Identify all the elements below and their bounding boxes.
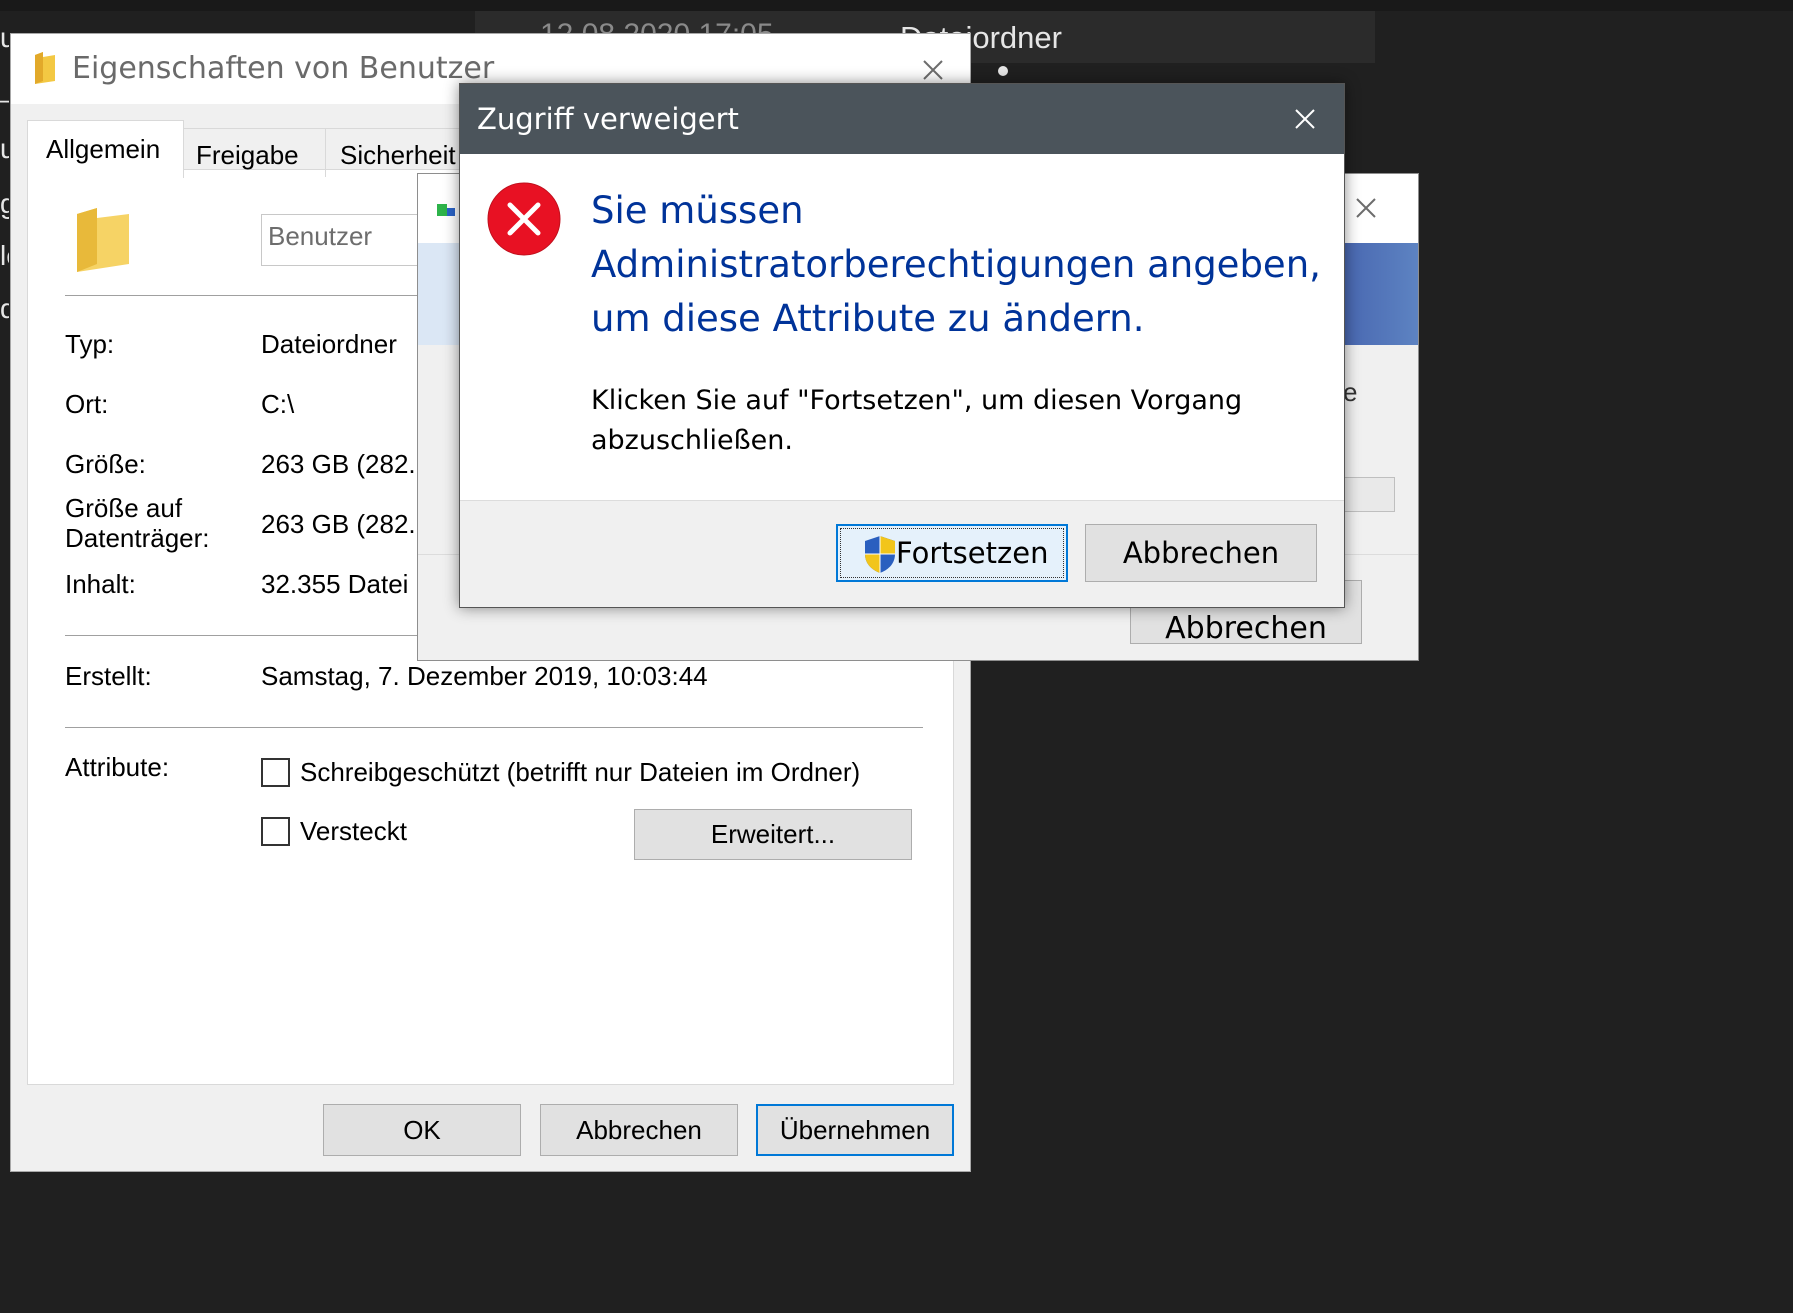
size-label: Größe: bbox=[65, 449, 146, 479]
created-label: Erstellt: bbox=[65, 661, 152, 691]
separator bbox=[65, 635, 465, 636]
readonly-checkbox[interactable] bbox=[261, 758, 290, 787]
dialog-title: Zugriff verweigert bbox=[477, 102, 739, 136]
location-label: Ort: bbox=[65, 389, 109, 419]
explorer-name-fragment[interactable]: _C bbox=[0, 72, 9, 104]
cancel-button[interactable]: Abbrechen bbox=[540, 1104, 738, 1156]
size-on-disk-value: 263 GB (282. bbox=[261, 509, 416, 539]
ok-button[interactable]: OK bbox=[323, 1104, 521, 1156]
readonly-checkbox-label[interactable]: Schreibgeschützt (betrifft nur Dateien i… bbox=[300, 757, 860, 787]
cancel-button[interactable]: Abbrechen bbox=[1085, 524, 1317, 582]
dialog-text-fragment: e bbox=[1343, 377, 1358, 407]
explorer-name-fragment[interactable]: le bbox=[0, 240, 9, 272]
size-value: 263 GB (282. bbox=[261, 449, 416, 479]
type-label: Typ: bbox=[65, 329, 115, 359]
folder-large-icon bbox=[77, 208, 129, 272]
explorer-name-fragment[interactable]: d bbox=[0, 293, 9, 325]
created-value: Samstag, 7. Dezember 2019, 10:03:44 bbox=[261, 661, 708, 691]
close-icon[interactable] bbox=[1287, 101, 1323, 137]
tab-freigabe[interactable]: Freigabe bbox=[184, 128, 326, 177]
tab-sicherheit[interactable]: Sicherheit bbox=[326, 128, 466, 177]
uac-shield-icon bbox=[865, 536, 895, 573]
explorer-name-fragment[interactable]: gu bbox=[0, 188, 9, 220]
error-icon bbox=[487, 182, 561, 256]
properties-title: Eigenschaften von Benutzer bbox=[72, 51, 495, 86]
attributes-label: Attribute: bbox=[65, 752, 170, 782]
continue-button-label: Fortsetzen bbox=[896, 536, 1049, 570]
dialog-content-text: Klicken Sie auf "Fortsetzen", um diesen … bbox=[591, 385, 1243, 456]
separator bbox=[65, 727, 923, 728]
continue-button[interactable]: Fortsetzen bbox=[836, 524, 1068, 582]
location-value: C:\ bbox=[261, 389, 295, 419]
close-icon[interactable] bbox=[1348, 190, 1384, 226]
access-denied-titlebar[interactable]: Zugriff verweigert bbox=[460, 84, 1344, 154]
hidden-checkbox-label[interactable]: Versteckt bbox=[300, 816, 407, 846]
dialog-app-icon bbox=[437, 204, 455, 216]
folder-icon bbox=[35, 52, 55, 84]
explorer-name-fragment[interactable]: ur bbox=[0, 133, 9, 165]
main-instruction: Sie müssen Administratorberechtigungen a… bbox=[591, 189, 1321, 340]
size-on-disk-label: Größe auf Datenträger: bbox=[65, 493, 210, 553]
explorer-name-fragment[interactable]: ut bbox=[0, 22, 9, 54]
tab-allgemein[interactable]: Allgemein bbox=[27, 120, 184, 178]
access-denied-dialog: Zugriff verweigert Sie müssen Administra… bbox=[459, 83, 1345, 608]
apply-button[interactable]: Übernehmen bbox=[756, 1104, 954, 1156]
explorer-row-fragment bbox=[998, 66, 1008, 76]
advanced-button[interactable]: Erweitert... bbox=[634, 809, 912, 860]
separator bbox=[65, 295, 465, 296]
contents-value: 32.355 Datei bbox=[261, 569, 409, 599]
type-value: Dateiordner bbox=[261, 329, 397, 359]
contents-label: Inhalt: bbox=[65, 569, 136, 599]
hidden-checkbox[interactable] bbox=[261, 817, 290, 846]
explorer-top-strip bbox=[0, 0, 1793, 11]
